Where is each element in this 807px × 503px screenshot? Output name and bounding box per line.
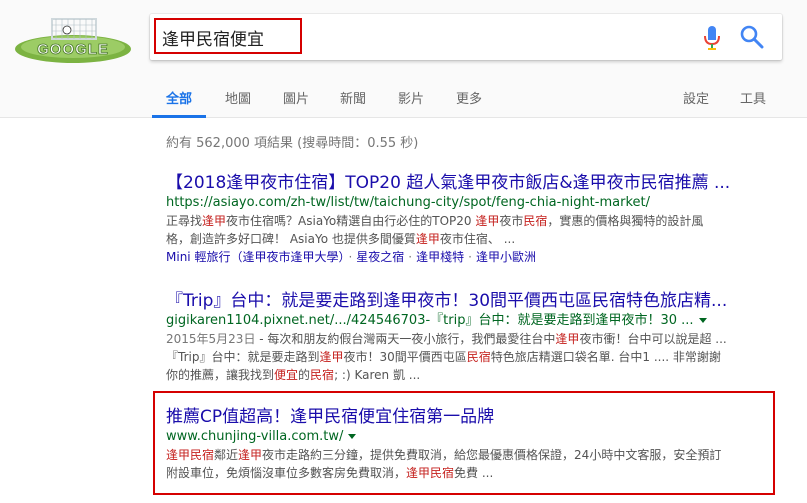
chevron-down-icon[interactable] [348, 434, 357, 439]
result-snippet: 2015年5月23日 - 每次和朋友約假台灣兩天一夜小旅行，我們最愛往台中逢甲夜… [166, 332, 727, 346]
search-input[interactable] [158, 20, 658, 54]
sitelink[interactable]: 逢甲小歐洲 [476, 250, 536, 264]
result-snippet: 正尋找逢甲夜市住宿嗎？AsiaYo精選自由行必住的TOP20 逢甲夜市民宿，實惠… [166, 214, 704, 228]
chevron-down-icon[interactable] [698, 318, 707, 323]
tab-settings[interactable]: 設定 [683, 88, 709, 107]
sitelink[interactable]: Mini 輕旅行（逢甲夜市逢甲大學） [166, 250, 344, 264]
result-stats: 約有 562,000 項結果 (搜尋時間：0.55 秒) [166, 136, 419, 151]
result-url: https://asiayo.com/zh-tw/list/tw/taichun… [166, 195, 650, 210]
result-sitelinks: Mini 輕旅行（逢甲夜市逢甲大學） · 星夜之宿 · 逢甲棧特 · 逢甲小歐洲 [166, 250, 536, 264]
active-tab-indicator [152, 115, 206, 118]
result-url: www.chunjing-villa.com.tw/ [166, 428, 776, 446]
google-doodle-logo[interactable]: GOOGLE [12, 16, 134, 66]
search-result-1: 【2018逢甲夜市住宿】TOP20 超人氣逢甲夜市飯店&逢甲夜市民宿推薦 ...… [166, 172, 776, 266]
search-box [150, 14, 782, 60]
result-snippet: 格，創造許多好口碑！ AsiaYo 也提供多間優質逢甲夜市住宿、 ... [166, 232, 516, 246]
result-title-link[interactable]: 『Trip』台中：就是要走路到逢甲夜市！30間平價西屯區民宿特色旅店精... [166, 290, 776, 312]
result-snippet: 『Trip』台中：就是要走路到逢甲夜市！30間平價西屯區民宿特色旅店精選口袋名單… [166, 350, 721, 364]
tab-all[interactable]: 全部 [166, 88, 192, 107]
tab-videos[interactable]: 影片 [398, 88, 424, 107]
result-title-link[interactable]: 【2018逢甲夜市住宿】TOP20 超人氣逢甲夜市飯店&逢甲夜市民宿推薦 ... [166, 172, 776, 194]
tab-images[interactable]: 圖片 [283, 88, 309, 107]
header: GOOGLE 全部 地圖 圖片 新聞 影片 更多 設定 工具 [0, 0, 807, 118]
result-snippet: 逢甲民宿鄰近逢甲夜市走路約三分鐘，提供免費取消，給您最優惠價格保證，24小時中文… [166, 448, 722, 462]
sitelink[interactable]: 星夜之宿 [356, 250, 404, 264]
result-snippet: 附設車位，免煩惱沒車位多數客房免費取消，逢甲民宿免費 ... [166, 466, 494, 480]
search-result-3: 推薦CP值超高！逢甲民宿便宜住宿第一品牌 www.chunjing-villa.… [166, 406, 776, 482]
tab-more[interactable]: 更多 [456, 88, 482, 107]
result-snippet: 你的推薦，讓我找到便宜的民宿; :) Karen 凱 ... [166, 368, 421, 382]
tab-tools[interactable]: 工具 [740, 88, 766, 107]
tab-maps[interactable]: 地圖 [225, 88, 251, 107]
tab-news[interactable]: 新聞 [340, 88, 366, 107]
search-icon[interactable] [738, 23, 766, 51]
microphone-icon[interactable] [702, 25, 722, 51]
search-tabs: 全部 地圖 圖片 新聞 影片 更多 設定 工具 [0, 82, 807, 118]
search-result-2: 『Trip』台中：就是要走路到逢甲夜市！30間平價西屯區民宿特色旅店精... g… [166, 290, 776, 384]
result-title-link[interactable]: 推薦CP值超高！逢甲民宿便宜住宿第一品牌 [166, 406, 776, 428]
result-url: gigikaren1104.pixnet.net/.../424546703-『… [166, 312, 776, 330]
sitelink[interactable]: 逢甲棧特 [416, 250, 464, 264]
svg-text:GOOGLE: GOOGLE [37, 41, 109, 58]
